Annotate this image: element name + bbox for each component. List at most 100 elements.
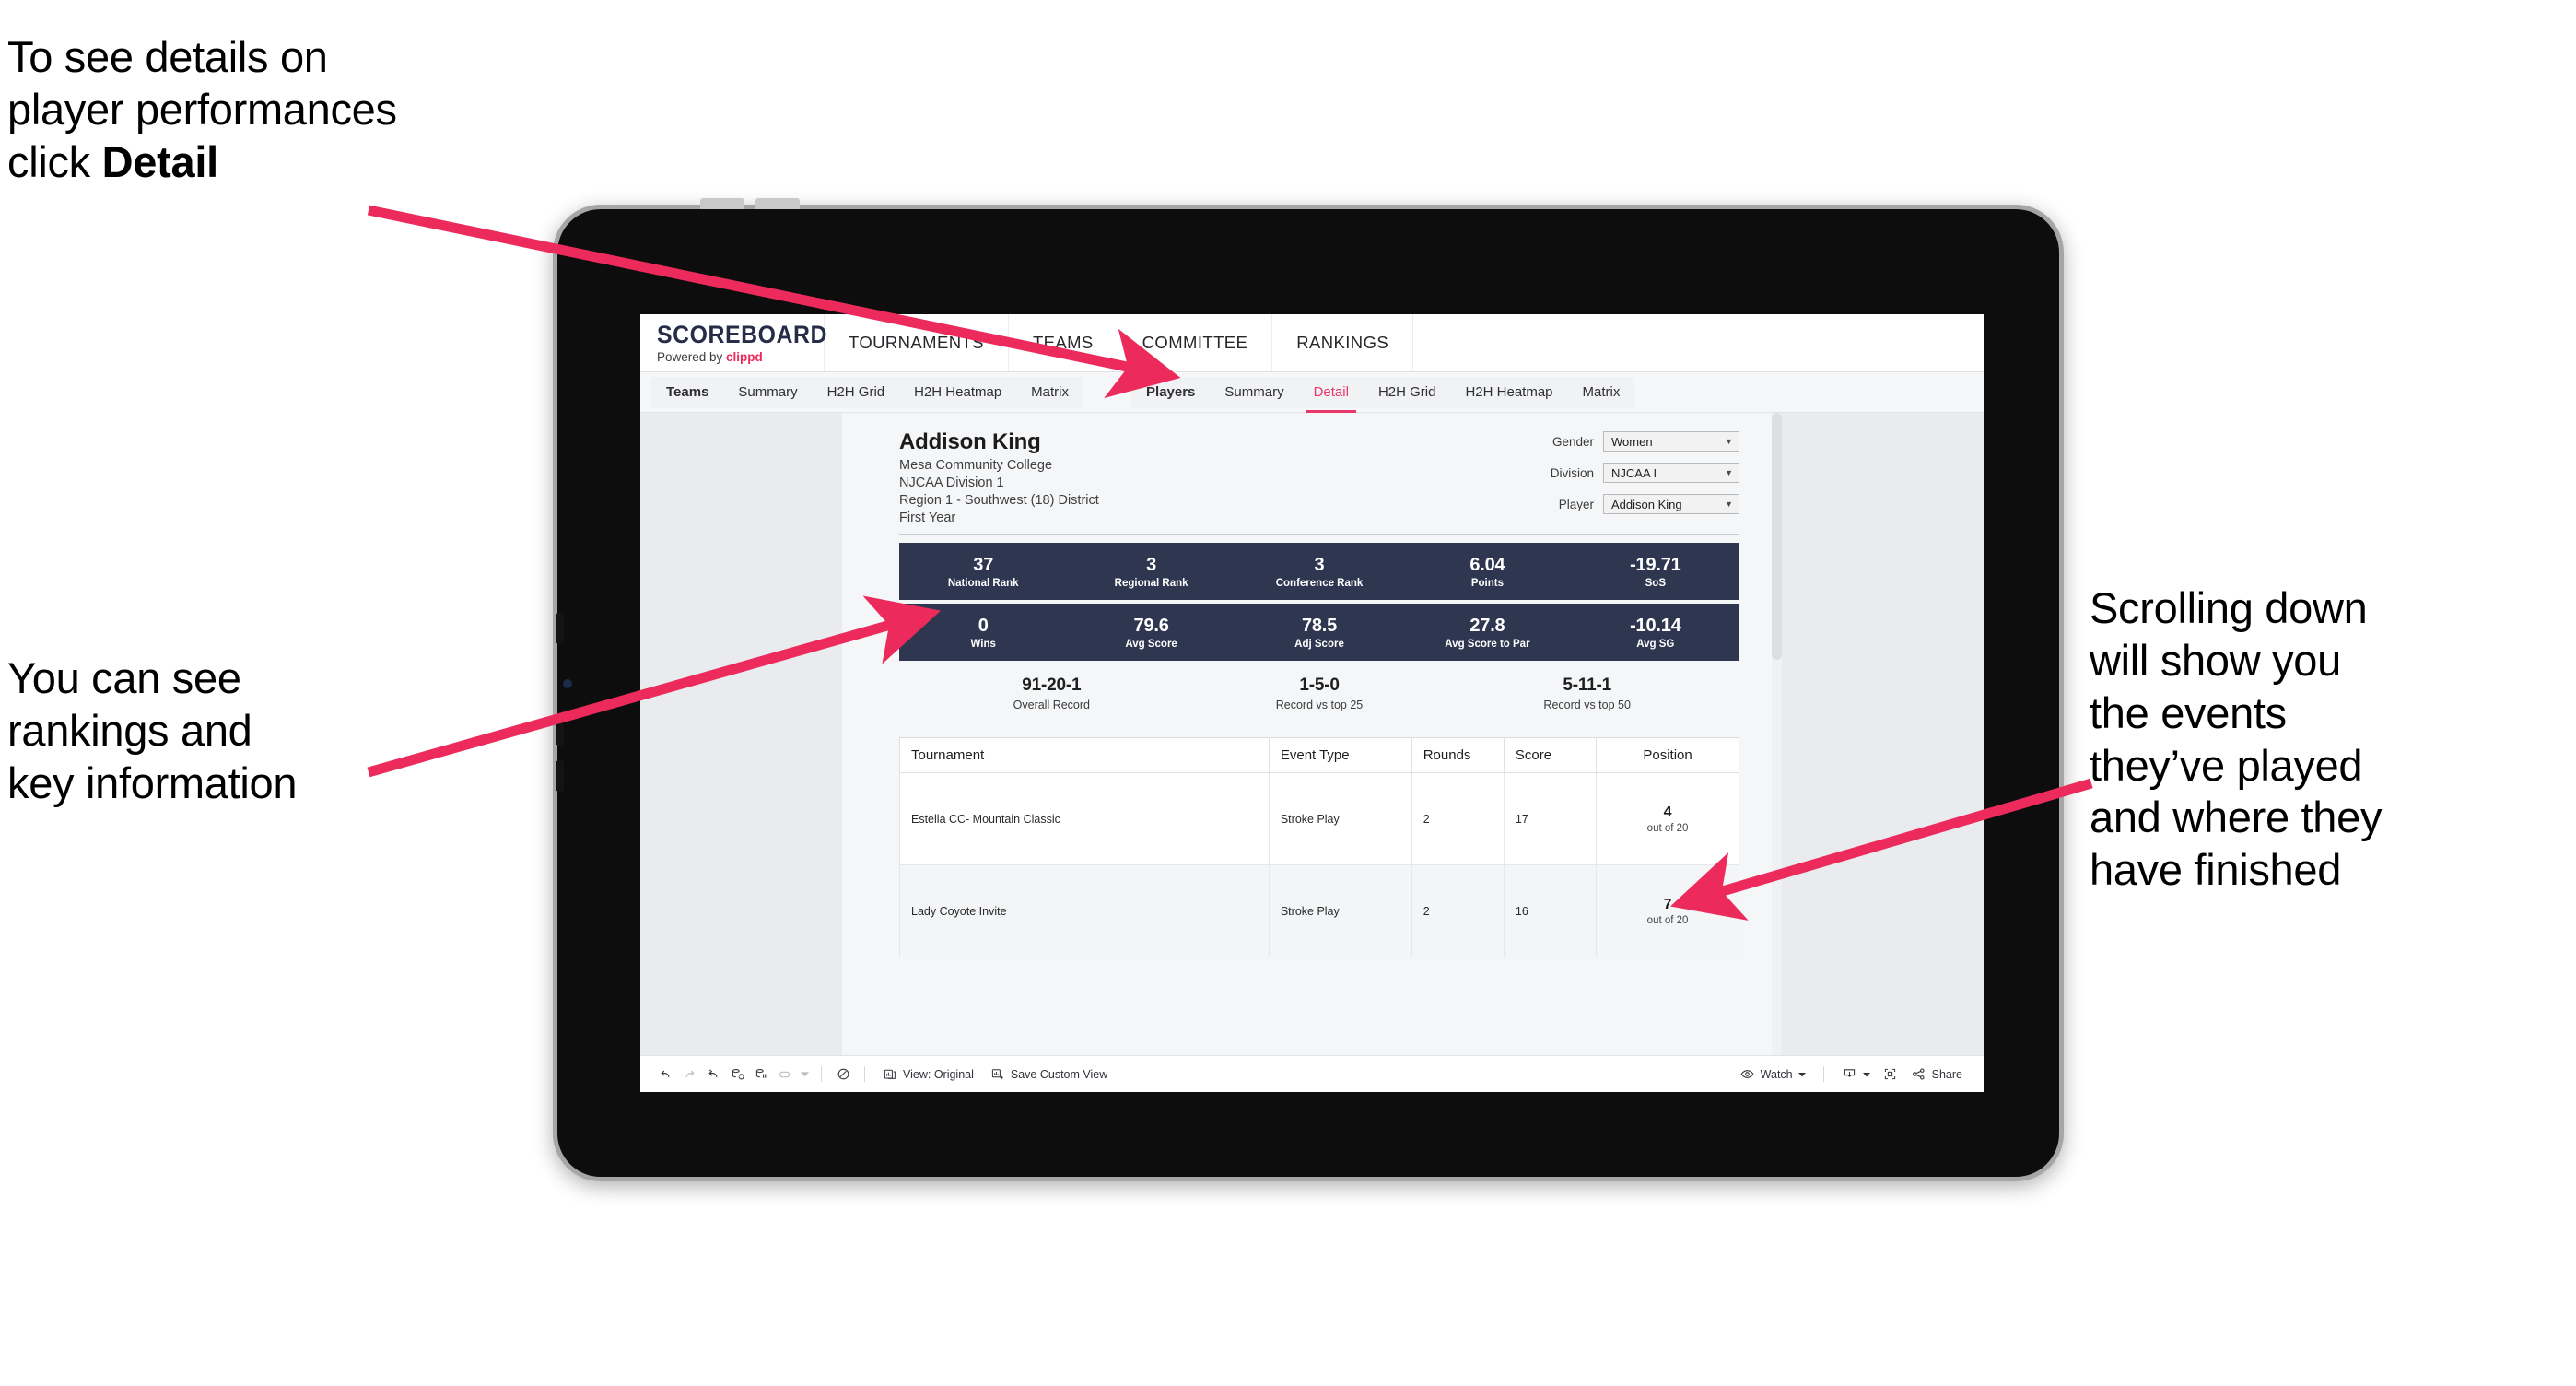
- topnav-teams[interactable]: TEAMS: [1009, 314, 1118, 371]
- volume-button-icon: [556, 760, 564, 792]
- annotation-line: have finished: [2090, 845, 2342, 895]
- column-header-rounds[interactable]: Rounds: [1411, 737, 1505, 773]
- app-logo[interactable]: SCOREBOARD Powered by clippd: [640, 314, 826, 371]
- vertical-scrollbar-track[interactable]: [1772, 413, 1782, 1055]
- filter-division-label: Division: [1550, 465, 1594, 480]
- refresh-data-icon[interactable]: [725, 1063, 749, 1086]
- pause-refresh-icon[interactable]: [749, 1063, 773, 1086]
- stats-bar-scoring: 0 Wins 79.6 Avg Score 78.5 Adj Score 27.…: [899, 604, 1739, 661]
- download-button[interactable]: [1833, 1066, 1879, 1082]
- cell-score: 16: [1503, 864, 1598, 957]
- annotation-line: the events: [2090, 687, 2287, 737]
- save-view-icon: [991, 1068, 1003, 1079]
- player-select[interactable]: Addison King ▼: [1603, 494, 1739, 514]
- record-vs-top-50: 5-11-1 Record vs top 50: [1453, 675, 1721, 711]
- filter-gender-label: Gender: [1551, 434, 1594, 449]
- share-label: Share: [1931, 1067, 1962, 1081]
- stat-label: Avg Score to Par: [1445, 638, 1530, 650]
- stat-regional-rank: 3 Regional Rank: [1067, 555, 1235, 589]
- annotation-line: player performances: [7, 84, 397, 134]
- subnav-item-matrix[interactable]: Matrix: [1016, 377, 1083, 408]
- revert-icon[interactable]: [701, 1063, 725, 1086]
- watch-label: Watch: [1760, 1067, 1793, 1081]
- subnav-item-players-h2h-heatmap[interactable]: H2H Heatmap: [1450, 377, 1567, 408]
- cell-score: 17: [1503, 772, 1598, 865]
- player-info-block: Addison King Mesa Community College NJCA…: [899, 429, 1099, 525]
- table-row[interactable]: Lady Coyote Invite Stroke Play 2 16 7 ou…: [899, 864, 1739, 957]
- stat-label: Adj Score: [1294, 638, 1344, 650]
- subnav-item-summary[interactable]: Summary: [723, 377, 812, 408]
- view-original-button[interactable]: View: Original: [874, 1067, 982, 1082]
- annotation-text: click: [7, 136, 102, 186]
- download-icon: [1844, 1069, 1855, 1078]
- record-label: Overall Record: [1013, 699, 1091, 711]
- record-label: Record vs top 25: [1275, 699, 1364, 711]
- subnav-item-detail[interactable]: Detail: [1299, 377, 1364, 413]
- column-header-event-type[interactable]: Event Type: [1268, 737, 1412, 773]
- column-header-tournament[interactable]: Tournament: [899, 737, 1270, 773]
- vertical-scrollbar-thumb[interactable]: [1772, 413, 1782, 660]
- gender-select[interactable]: Women ▼: [1603, 431, 1739, 452]
- events-table-body: Estella CC- Mountain Classic Stroke Play…: [899, 772, 1739, 957]
- chevron-down-icon[interactable]: [797, 1063, 812, 1086]
- toolbar-separator: [1822, 1066, 1824, 1082]
- toolbar-separator: [864, 1066, 865, 1082]
- subnav-item-h2h-heatmap[interactable]: H2H Heatmap: [899, 377, 1016, 408]
- filter-division: Division NJCAA I ▼: [1551, 463, 1739, 483]
- chevron-down-icon: ▼: [1725, 499, 1733, 509]
- stat-value: 3: [1146, 554, 1157, 575]
- table-row[interactable]: Estella CC- Mountain Classic Stroke Play…: [899, 772, 1739, 865]
- subnav-item-players-summary[interactable]: Summary: [1210, 377, 1298, 408]
- watch-button[interactable]: Watch: [1731, 1066, 1814, 1082]
- column-header-position[interactable]: Position: [1596, 737, 1739, 773]
- toolbar-separator: [821, 1066, 822, 1082]
- subnav-item-players[interactable]: Players: [1131, 377, 1210, 408]
- annotation-scrolling-callout: Scrolling down will show you the events …: [2090, 582, 2550, 897]
- position-outof: out of 20: [1646, 914, 1689, 926]
- player-header: Addison King Mesa Community College NJCA…: [899, 429, 1739, 525]
- subnav-item-h2h-grid[interactable]: H2H Grid: [813, 377, 900, 408]
- subnav-item-players-matrix[interactable]: Matrix: [1568, 377, 1635, 408]
- tablet-screen: SCOREBOARD Powered by clippd TOURNAMENTS…: [640, 314, 1984, 1092]
- slide-canvas: To see details on player performances cl…: [0, 0, 2576, 1386]
- subnav-item-players-h2h-grid[interactable]: H2H Grid: [1364, 377, 1451, 408]
- save-custom-view-button[interactable]: Save Custom View: [982, 1067, 1116, 1082]
- gender-select-value: Women: [1611, 434, 1653, 449]
- fullscreen-icon[interactable]: [1879, 1063, 1903, 1086]
- chevron-down-icon: ▼: [1725, 468, 1733, 477]
- stat-wins: 0 Wins: [899, 616, 1067, 650]
- clock-history-icon[interactable]: [831, 1063, 855, 1086]
- pill-shape-icon[interactable]: [773, 1063, 797, 1086]
- annotation-bold-detail: Detail: [101, 136, 219, 186]
- filter-player-label: Player: [1558, 497, 1594, 511]
- player-name: Addison King: [899, 429, 1041, 454]
- subnav-players-group: Players Summary Detail H2H Grid H2H Heat…: [1131, 376, 1635, 413]
- stat-value: 78.5: [1301, 615, 1338, 636]
- logo-tagline: Powered by clippd: [657, 350, 824, 364]
- view-original-label: View: Original: [903, 1067, 974, 1081]
- share-button[interactable]: Share: [1903, 1066, 1971, 1082]
- cell-position: 4 out of 20: [1596, 772, 1739, 865]
- power-button-icon: [700, 198, 744, 209]
- record-vs-top-25: 1-5-0 Record vs top 25: [1186, 675, 1454, 711]
- stat-national-rank: 37 National Rank: [899, 555, 1067, 589]
- undo-icon[interactable]: [653, 1063, 677, 1086]
- stat-value: 79.6: [1133, 615, 1169, 636]
- stat-conference-rank: 3 Conference Rank: [1235, 555, 1403, 589]
- stat-value: 37: [973, 554, 994, 575]
- subnav-item-teams[interactable]: Teams: [651, 377, 723, 408]
- stat-value: 3: [1314, 554, 1325, 575]
- topnav-tournaments[interactable]: TOURNAMENTS: [825, 314, 1009, 371]
- division-select[interactable]: NJCAA I ▼: [1603, 463, 1739, 483]
- topnav-committee[interactable]: COMMITTEE: [1118, 314, 1273, 371]
- cell-tournament: Lady Coyote Invite: [899, 864, 1270, 957]
- column-header-score[interactable]: Score: [1503, 737, 1598, 773]
- redo-icon[interactable]: [677, 1063, 701, 1086]
- stats-bar-rankings: 37 National Rank 3 Regional Rank 3 Confe…: [899, 543, 1739, 600]
- power-button-icon: [755, 198, 800, 209]
- records-row: 91-20-1 Overall Record 1-5-0 Record vs t…: [899, 675, 1739, 711]
- subnav-teams-group: Teams Summary H2H Grid H2H Heatmap Matri…: [651, 376, 1084, 408]
- topnav-rankings[interactable]: RANKINGS: [1272, 314, 1414, 371]
- stat-label: SoS: [1645, 577, 1667, 589]
- annotation-line: and where they: [2090, 793, 2383, 842]
